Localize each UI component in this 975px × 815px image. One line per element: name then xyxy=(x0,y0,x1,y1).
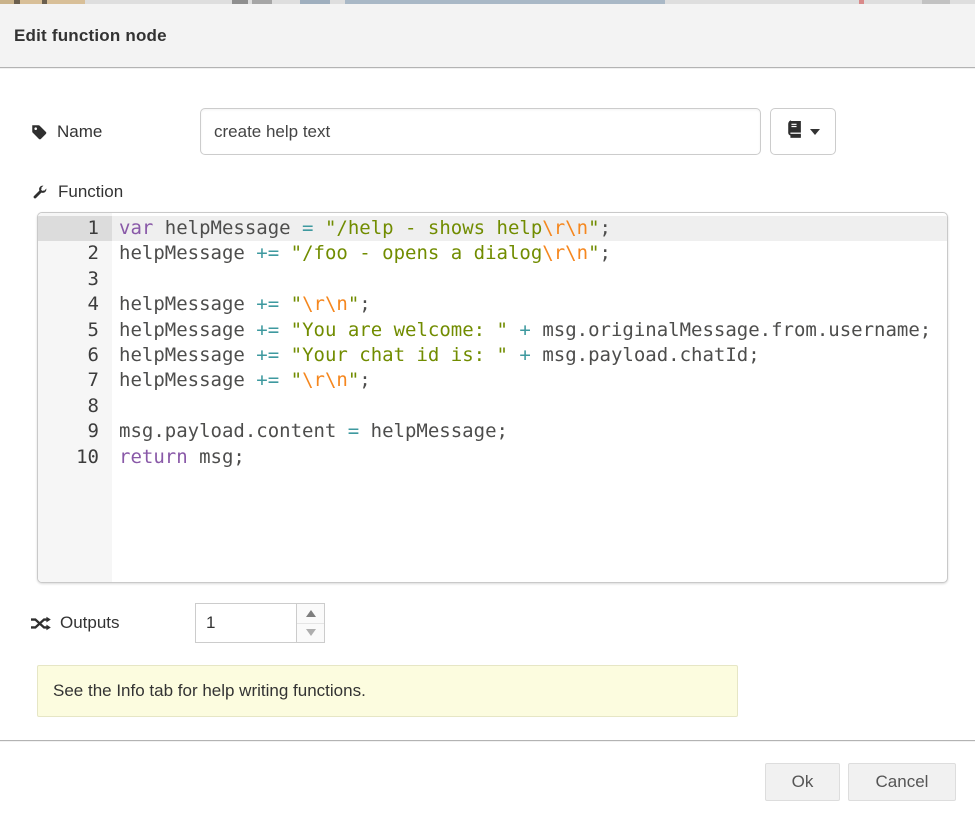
code-token: ; xyxy=(600,217,611,239)
code-lines[interactable]: var helpMessage = "/help - shows help\r\… xyxy=(112,213,947,582)
code-token xyxy=(279,369,290,391)
code-token: \r\n xyxy=(542,242,588,264)
gutter-line-number: 3 xyxy=(38,267,112,292)
arrow-down-icon xyxy=(306,629,316,636)
code-token: += xyxy=(256,242,279,264)
ok-button[interactable]: Ok xyxy=(765,763,840,801)
gutter-line-number: 5 xyxy=(38,318,112,343)
code-token: " xyxy=(348,369,359,391)
dialog-title: Edit function node xyxy=(14,26,167,46)
code-token: return xyxy=(119,446,188,468)
outputs-label: Outputs xyxy=(30,603,120,643)
gutter-line-number: 1 xyxy=(38,216,112,241)
code-token: += xyxy=(256,293,279,315)
tag-icon xyxy=(30,123,48,141)
code-token xyxy=(508,344,519,366)
code-line[interactable] xyxy=(112,394,947,419)
gutter-line-number: 10 xyxy=(38,445,112,470)
wrench-icon xyxy=(30,183,49,202)
code-token: += xyxy=(256,319,279,341)
code-token: " xyxy=(348,293,359,315)
function-code-editor[interactable]: 12345678910 var helpMessage = "/help - s… xyxy=(37,212,948,583)
code-line[interactable]: helpMessage += "\r\n"; xyxy=(112,368,947,393)
code-token: msg.originalMessage.from.username; xyxy=(531,319,931,341)
code-line[interactable]: helpMessage += "Your chat id is: " + msg… xyxy=(112,343,947,368)
form-tip-text: See the Info tab for help writing functi… xyxy=(53,681,366,701)
code-token: helpMessage xyxy=(119,319,256,341)
gutter-line-number: 2 xyxy=(38,241,112,266)
arrow-up-icon xyxy=(306,610,316,617)
code-token: helpMessage; xyxy=(359,420,508,442)
library-button[interactable] xyxy=(770,108,836,155)
gutter-line-number: 9 xyxy=(38,419,112,444)
code-token: " xyxy=(291,369,302,391)
gutter-line-number: 7 xyxy=(38,368,112,393)
code-token: " xyxy=(588,242,599,264)
code-token: helpMessage xyxy=(119,369,256,391)
code-token xyxy=(279,293,290,315)
code-line[interactable]: msg.payload.content = helpMessage; xyxy=(112,419,947,444)
code-token: ; xyxy=(359,293,370,315)
outputs-label-text: Outputs xyxy=(60,613,120,633)
name-label: Name xyxy=(30,108,102,155)
caret-down-icon xyxy=(810,129,820,135)
form-tip: See the Info tab for help writing functi… xyxy=(37,665,738,717)
code-line[interactable]: helpMessage += "\r\n"; xyxy=(112,292,947,317)
dialog-header: Edit function node xyxy=(0,4,975,68)
code-token: \r\n xyxy=(542,217,588,239)
cancel-button[interactable]: Cancel xyxy=(848,763,956,801)
code-token: += xyxy=(256,344,279,366)
book-icon xyxy=(786,120,803,144)
spinner-buttons xyxy=(296,604,324,642)
gutter-line-number: 6 xyxy=(38,343,112,368)
outputs-spinner xyxy=(195,603,325,643)
name-label-text: Name xyxy=(57,122,102,142)
footer-separator xyxy=(0,740,975,741)
code-token: "/help - shows help xyxy=(325,217,542,239)
code-line[interactable]: helpMessage += "You are welcome: " + msg… xyxy=(112,318,947,343)
spinner-up-button[interactable] xyxy=(297,604,324,624)
code-token xyxy=(279,319,290,341)
code-token: msg.payload.content xyxy=(119,420,348,442)
name-input[interactable] xyxy=(200,108,761,155)
code-token xyxy=(314,217,325,239)
code-token: = xyxy=(348,420,359,442)
code-token: helpMessage xyxy=(153,217,302,239)
code-token: " xyxy=(291,293,302,315)
spinner-down-button[interactable] xyxy=(297,624,324,643)
code-token: var xyxy=(119,217,153,239)
code-token: \r\n xyxy=(302,369,348,391)
gutter-line-number: 4 xyxy=(38,292,112,317)
code-line[interactable]: return msg; xyxy=(112,445,947,470)
function-label-text: Function xyxy=(58,182,123,202)
code-token: ; xyxy=(600,242,611,264)
code-token: " xyxy=(588,217,599,239)
function-label: Function xyxy=(30,180,123,204)
code-token: msg.payload.chatId; xyxy=(531,344,760,366)
editor-gutter: 12345678910 xyxy=(38,213,112,582)
gutter-line-number: 8 xyxy=(38,394,112,419)
code-token: += xyxy=(256,369,279,391)
code-token: \r\n xyxy=(302,293,348,315)
code-token: helpMessage xyxy=(119,344,256,366)
code-token: + xyxy=(519,319,530,341)
code-token xyxy=(508,319,519,341)
code-token xyxy=(279,242,290,264)
code-token: msg; xyxy=(188,446,245,468)
code-token: + xyxy=(519,344,530,366)
outputs-input[interactable] xyxy=(196,604,296,642)
code-token: "Your chat id is: " xyxy=(291,344,508,366)
code-token: ; xyxy=(359,369,370,391)
edit-function-node-dialog: Edit function node Name xyxy=(0,4,975,815)
shuffle-icon xyxy=(30,614,51,633)
code-token: "You are welcome: " xyxy=(291,319,508,341)
code-token xyxy=(279,344,290,366)
code-line[interactable] xyxy=(112,267,947,292)
code-line[interactable]: var helpMessage = "/help - shows help\r\… xyxy=(112,216,947,241)
code-token: helpMessage xyxy=(119,293,256,315)
code-token: = xyxy=(302,217,313,239)
code-token: helpMessage xyxy=(119,242,256,264)
code-line[interactable]: helpMessage += "/foo - opens a dialog\r\… xyxy=(112,241,947,266)
code-token: "/foo - opens a dialog xyxy=(291,242,543,264)
